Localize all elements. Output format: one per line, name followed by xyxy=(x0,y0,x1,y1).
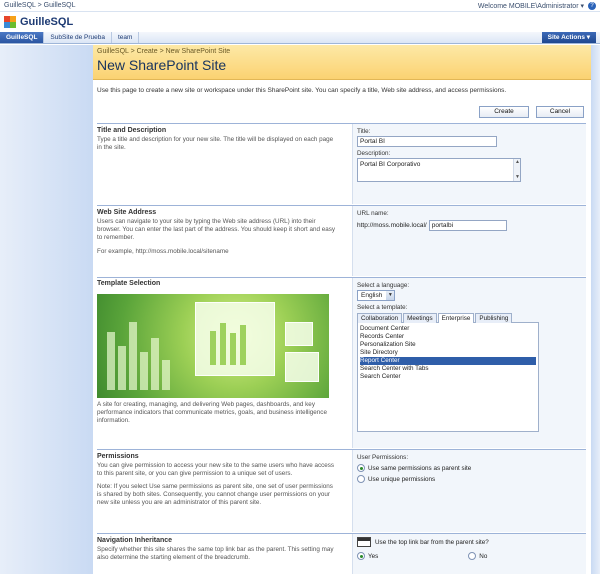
scroll-down-icon[interactable]: ▼ xyxy=(514,174,521,181)
url-row: http://moss.mobile.local/ portalbi xyxy=(357,220,582,231)
radio-unique-permissions[interactable] xyxy=(357,475,365,483)
template-preview-image xyxy=(97,294,329,398)
template-fields: Select a language: English ▼ Select a te… xyxy=(352,278,586,448)
scroll-up-icon[interactable]: ▲ xyxy=(514,159,521,166)
section-heading: Template Selection xyxy=(97,280,161,287)
radio-same-permissions[interactable] xyxy=(357,464,365,472)
preview-chart-card xyxy=(195,302,275,376)
no-label: No xyxy=(479,552,488,560)
section-description: You can give permission to access your n… xyxy=(97,462,335,477)
radio-no[interactable] xyxy=(468,552,477,560)
nav-yes-option[interactable]: Yes xyxy=(357,552,378,560)
unique-permissions-label: Use unique permissions xyxy=(368,475,436,483)
nav-no-option[interactable]: No xyxy=(468,552,487,560)
section-heading: Title and Description xyxy=(97,127,167,134)
same-permissions-label: Use same permissions as parent site xyxy=(368,464,472,472)
welcome-menu[interactable]: Welcome MOBILE\Administrator ▾ xyxy=(478,2,584,10)
yes-label: Yes xyxy=(368,552,379,560)
template-tabs: Collaboration Meetings Enterprise Publis… xyxy=(357,313,582,323)
preview-bars xyxy=(107,322,170,390)
page-header: GuilleSQL > Create > New SharePoint Site… xyxy=(93,45,591,80)
tab-publishing[interactable]: Publishing xyxy=(475,313,513,323)
template-item-site-directory[interactable]: Site Directory xyxy=(360,349,536,357)
language-value: English xyxy=(361,292,383,299)
template-listbox[interactable]: Document Center Records Center Personali… xyxy=(357,322,539,432)
template-item-document-center[interactable]: Document Center xyxy=(360,325,536,333)
navigation-options: Yes No xyxy=(357,552,582,560)
template-caption: A site for creating, managing, and deliv… xyxy=(97,401,327,424)
user-permissions-label: User Permissions: xyxy=(357,454,409,461)
template-item-records-center[interactable]: Records Center xyxy=(360,333,536,341)
top-link-question-row: Use the top link bar from the parent sit… xyxy=(357,537,582,547)
tab-collaboration[interactable]: Collaboration xyxy=(357,313,403,323)
preview-kpi-card xyxy=(285,322,313,346)
same-permissions-option[interactable]: Use same permissions as parent site xyxy=(357,464,582,472)
section-description: Specify whether this site shares the sam… xyxy=(97,546,334,561)
main-content: GuilleSQL > Create > New SharePoint Site… xyxy=(93,45,591,574)
title-input[interactable]: Portal BI xyxy=(357,136,497,147)
page-breadcrumb[interactable]: GuilleSQL > Create > New SharePoint Site xyxy=(97,48,587,55)
nav-tab-guillesql[interactable]: GuilleSQL xyxy=(0,32,45,43)
web-address-fields: URL name: http://moss.mobile.local/ port… xyxy=(352,206,586,276)
template-label: Select a template: xyxy=(357,304,408,311)
textarea-scrollbar[interactable]: ▲ ▼ xyxy=(513,159,520,181)
nav-tab-subsite[interactable]: SubSite de Prueba xyxy=(44,32,112,43)
template-section: Template Selection A site for creating, … xyxy=(97,280,339,424)
template-item-report-center[interactable]: Report Center xyxy=(360,357,536,365)
section-description: Type a title and description for your ne… xyxy=(97,136,334,151)
description-label: Description: xyxy=(357,150,391,157)
site-title[interactable]: GuilleSQL xyxy=(20,16,73,28)
preview-table-card xyxy=(285,352,319,382)
site-actions-menu[interactable]: Site Actions ▾ xyxy=(541,32,596,43)
unique-permissions-option[interactable]: Use unique permissions xyxy=(357,475,582,483)
description-textarea[interactable]: Portal BI Corporativo ▲ ▼ xyxy=(357,158,521,182)
sharepoint-logo-icon xyxy=(4,16,16,28)
site-header: GuilleSQL xyxy=(0,12,600,32)
navigation-section: Navigation Inheritance Specify whether t… xyxy=(97,537,339,562)
tab-meetings[interactable]: Meetings xyxy=(403,313,437,323)
url-example: For example, http://moss.mobile.local/si… xyxy=(97,248,229,255)
permissions-note: Note: If you select Use same permissions… xyxy=(97,483,333,506)
welcome-area: Welcome MOBILE\Administrator ▾ ? xyxy=(478,1,596,10)
page-title: New SharePoint Site xyxy=(97,57,227,73)
section-description: Users can navigate to your site by typin… xyxy=(97,218,336,241)
url-label: URL name: xyxy=(357,210,389,217)
language-select[interactable]: English ▼ xyxy=(357,290,396,301)
title-description-fields: Title: Portal BI Description: Portal BI … xyxy=(352,124,586,204)
template-item-search-center-tabs[interactable]: Search Center with Tabs xyxy=(360,365,536,373)
template-item-search-center[interactable]: Search Center xyxy=(360,373,536,381)
top-link-bar: GuilleSQL SubSite de Prueba team Site Ac… xyxy=(0,32,600,44)
top-link-bar-icon xyxy=(357,537,371,547)
url-prefix: http://moss.mobile.local/ xyxy=(357,222,427,229)
permissions-section: Permissions You can give permission to a… xyxy=(97,453,339,507)
page-intro: Use this page to create a new site or wo… xyxy=(97,87,507,94)
template-item-personalization-site[interactable]: Personalization Site xyxy=(360,341,536,349)
section-heading: Web Site Address xyxy=(97,209,157,216)
cancel-button[interactable]: Cancel xyxy=(536,106,584,118)
section-heading: Navigation Inheritance xyxy=(97,537,173,544)
language-label: Select a language: xyxy=(357,282,410,289)
permissions-fields: User Permissions: Use same permissions a… xyxy=(352,450,586,532)
url-input[interactable]: portalbi xyxy=(428,220,507,231)
nav-tab-team[interactable]: team xyxy=(112,32,140,43)
global-breadcrumb[interactable]: GuilleSQL > GuilleSQL xyxy=(4,2,76,9)
dropdown-arrow-icon[interactable]: ▼ xyxy=(386,291,395,300)
tab-enterprise[interactable]: Enterprise xyxy=(437,313,475,323)
section-heading: Permissions xyxy=(97,453,139,460)
navigation-fields: Use the top link bar from the parent sit… xyxy=(352,534,586,574)
web-address-section: Web Site Address Users can navigate to y… xyxy=(97,209,339,256)
right-background xyxy=(591,45,600,574)
left-background xyxy=(0,45,93,574)
help-icon[interactable]: ? xyxy=(588,1,596,10)
title-label: Title: xyxy=(357,128,371,135)
create-button[interactable]: Create xyxy=(479,106,529,118)
radio-yes[interactable] xyxy=(357,552,365,560)
top-link-question: Use the top link bar from the parent sit… xyxy=(375,538,489,546)
description-value: Portal BI Corporativo xyxy=(360,161,421,168)
global-breadcrumb-bar: GuilleSQL > GuilleSQL Welcome MOBILE\Adm… xyxy=(0,0,600,12)
title-description-section: Title and Description Type a title and d… xyxy=(97,127,339,152)
